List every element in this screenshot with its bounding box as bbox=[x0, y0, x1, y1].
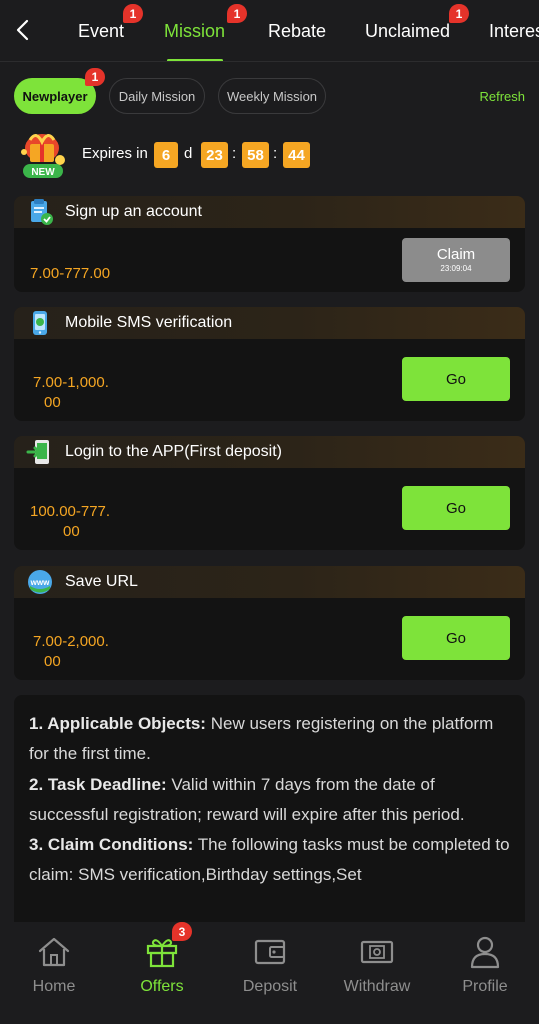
reward-line: 7.00-1,000. bbox=[33, 374, 109, 391]
chevron-left-icon bbox=[16, 19, 29, 41]
notification-badge: 1 bbox=[123, 4, 143, 23]
go-button[interactable]: Go bbox=[402, 486, 510, 530]
nav-offers[interactable]: Offers 3 bbox=[108, 922, 216, 1024]
wallet-icon bbox=[254, 939, 286, 965]
tab-mission[interactable]: Mission 1 bbox=[164, 0, 247, 61]
tab-label: Event bbox=[78, 20, 125, 41]
profile-icon bbox=[470, 936, 500, 969]
mission-reward: 7.00-777.00 bbox=[30, 265, 111, 282]
mission-reward: 7.00-2,000. 00 bbox=[33, 632, 143, 672]
mission-card-body: 7.00-2,000. 00 Go bbox=[14, 598, 525, 680]
mission-reward: 100.00-777. 00 bbox=[30, 502, 140, 542]
expires-label: Expires in bbox=[82, 145, 148, 162]
www-globe-icon: www bbox=[28, 570, 52, 594]
mission-card-body: 100.00-777. 00 Go bbox=[14, 468, 525, 550]
time-separator: : bbox=[232, 145, 237, 162]
mission-card-header: www Save URL bbox=[14, 566, 525, 598]
claim-timer: 23:09:04 bbox=[440, 263, 472, 273]
mission-card-header: Mobile SMS verification bbox=[14, 307, 525, 339]
nav-deposit[interactable]: Deposit bbox=[216, 922, 324, 1024]
rule-item: 2. Task Deadline: Valid within 7 days fr… bbox=[29, 770, 510, 831]
mission-rules: 1. Applicable Objects: New users registe… bbox=[14, 695, 525, 930]
countdown-hours: 23 bbox=[201, 142, 228, 168]
tab-label: Unclaimed bbox=[365, 20, 451, 41]
mission-card: www Save URL 7.00-2,000. 00 Go bbox=[14, 566, 525, 680]
mission-reward: 7.00-1,000. 00 bbox=[33, 373, 143, 413]
rule-heading: 2. Task Deadline: bbox=[29, 774, 167, 794]
mission-card-body: 7.00-1,000. 00 Go bbox=[14, 339, 525, 421]
refresh-button[interactable]: Refresh bbox=[479, 78, 525, 114]
rule-item: 1. Applicable Objects: New users registe… bbox=[29, 709, 510, 770]
nav-withdraw[interactable]: Withdraw bbox=[323, 922, 431, 1024]
reward-line: 00 bbox=[44, 394, 61, 411]
mission-title: Save URL bbox=[65, 573, 138, 590]
mission-title: Sign up an account bbox=[65, 203, 202, 220]
nav-home[interactable]: Home bbox=[0, 922, 108, 1024]
mission-card: Login to the APP(First deposit) 100.00-7… bbox=[14, 436, 525, 550]
tab-label: Rebate bbox=[268, 20, 327, 41]
notification-badge: 1 bbox=[449, 4, 469, 23]
notification-badge: 1 bbox=[85, 68, 105, 86]
countdown-minutes: 58 bbox=[242, 142, 269, 168]
svg-text:www: www bbox=[30, 578, 50, 587]
nav-label: Deposit bbox=[242, 978, 298, 995]
nav-label: Home bbox=[32, 978, 76, 995]
mission-card: Sign up an account 7.00-777.00 Claim 23:… bbox=[14, 196, 525, 292]
days-unit: d bbox=[184, 145, 193, 162]
rule-heading: 1. Applicable Objects: bbox=[29, 714, 206, 733]
notification-badge: 3 bbox=[172, 922, 192, 941]
tab-label: Mission bbox=[164, 20, 226, 41]
home-icon bbox=[38, 937, 70, 967]
clipboard-check-icon bbox=[31, 199, 53, 225]
nav-label: Withdraw bbox=[343, 978, 411, 995]
nav-label: Profile bbox=[462, 978, 508, 995]
nav-profile[interactable]: Profile bbox=[431, 922, 539, 1024]
reward-line: 7.00-2,000. bbox=[33, 633, 109, 650]
expires-countdown: NEW Expires in 6 d 23 : 58 : 44 bbox=[14, 128, 525, 184]
mission-card-header: Login to the APP(First deposit) bbox=[14, 436, 525, 468]
mission-card-header: Sign up an account bbox=[14, 196, 525, 228]
reward-line: 00 bbox=[44, 653, 61, 670]
mission-title: Mobile SMS verification bbox=[65, 314, 233, 331]
tab-interest[interactable]: Interes bbox=[489, 0, 539, 61]
mission-sub-tabs: Newplayer 1 Daily Mission Weekly Mission… bbox=[14, 68, 525, 114]
go-button[interactable]: Go bbox=[402, 357, 510, 401]
active-tab-indicator bbox=[166, 59, 223, 61]
phone-icon bbox=[33, 311, 47, 335]
tab-unclaimed[interactable]: Unclaimed 1 bbox=[365, 0, 469, 61]
subtab-daily-mission[interactable]: Daily Mission bbox=[109, 78, 205, 114]
subtab-label: Weekly Mission bbox=[226, 88, 318, 104]
time-separator: : bbox=[273, 145, 278, 162]
subtab-weekly-mission[interactable]: Weekly Mission bbox=[218, 78, 326, 114]
back-button[interactable] bbox=[6, 10, 40, 50]
claim-label: Claim bbox=[436, 245, 476, 263]
claim-button[interactable]: Claim 23:09:04 bbox=[402, 238, 510, 282]
nav-label: Offers bbox=[140, 978, 184, 995]
subtab-newplayer[interactable]: Newplayer 1 bbox=[14, 68, 105, 114]
mission-card-body: 7.00-777.00 Claim 23:09:04 bbox=[14, 228, 525, 292]
new-player-gift-icon: NEW bbox=[21, 134, 65, 178]
subtab-label: Daily Mission bbox=[118, 88, 196, 104]
new-label: NEW bbox=[31, 167, 55, 178]
tab-rebate[interactable]: Rebate bbox=[268, 0, 327, 61]
countdown-days: 6 bbox=[154, 142, 178, 168]
withdraw-icon bbox=[360, 940, 394, 964]
notification-badge: 1 bbox=[227, 4, 247, 23]
mission-title: Login to the APP(First deposit) bbox=[65, 443, 282, 460]
countdown-seconds: 44 bbox=[283, 142, 310, 168]
app-login-icon bbox=[26, 440, 49, 464]
bottom-navigation: Home Offers 3 Deposit Withdraw Profile bbox=[0, 922, 539, 1024]
tab-event[interactable]: Event 1 bbox=[78, 0, 143, 61]
reward-line: 00 bbox=[63, 523, 80, 540]
go-button[interactable]: Go bbox=[402, 616, 510, 660]
rule-heading: 3. Claim Conditions: bbox=[29, 835, 194, 855]
top-tab-bar: Event 1 Mission 1 Rebate Unclaimed 1 Int… bbox=[0, 0, 539, 62]
mission-card: Mobile SMS verification 7.00-1,000. 00 G… bbox=[14, 307, 525, 421]
tab-label: Interes bbox=[489, 20, 539, 41]
subtab-label: Newplayer bbox=[22, 88, 88, 104]
rule-item: 3. Claim Conditions: The following tasks… bbox=[29, 830, 510, 891]
reward-line: 100.00-777. bbox=[30, 503, 111, 520]
